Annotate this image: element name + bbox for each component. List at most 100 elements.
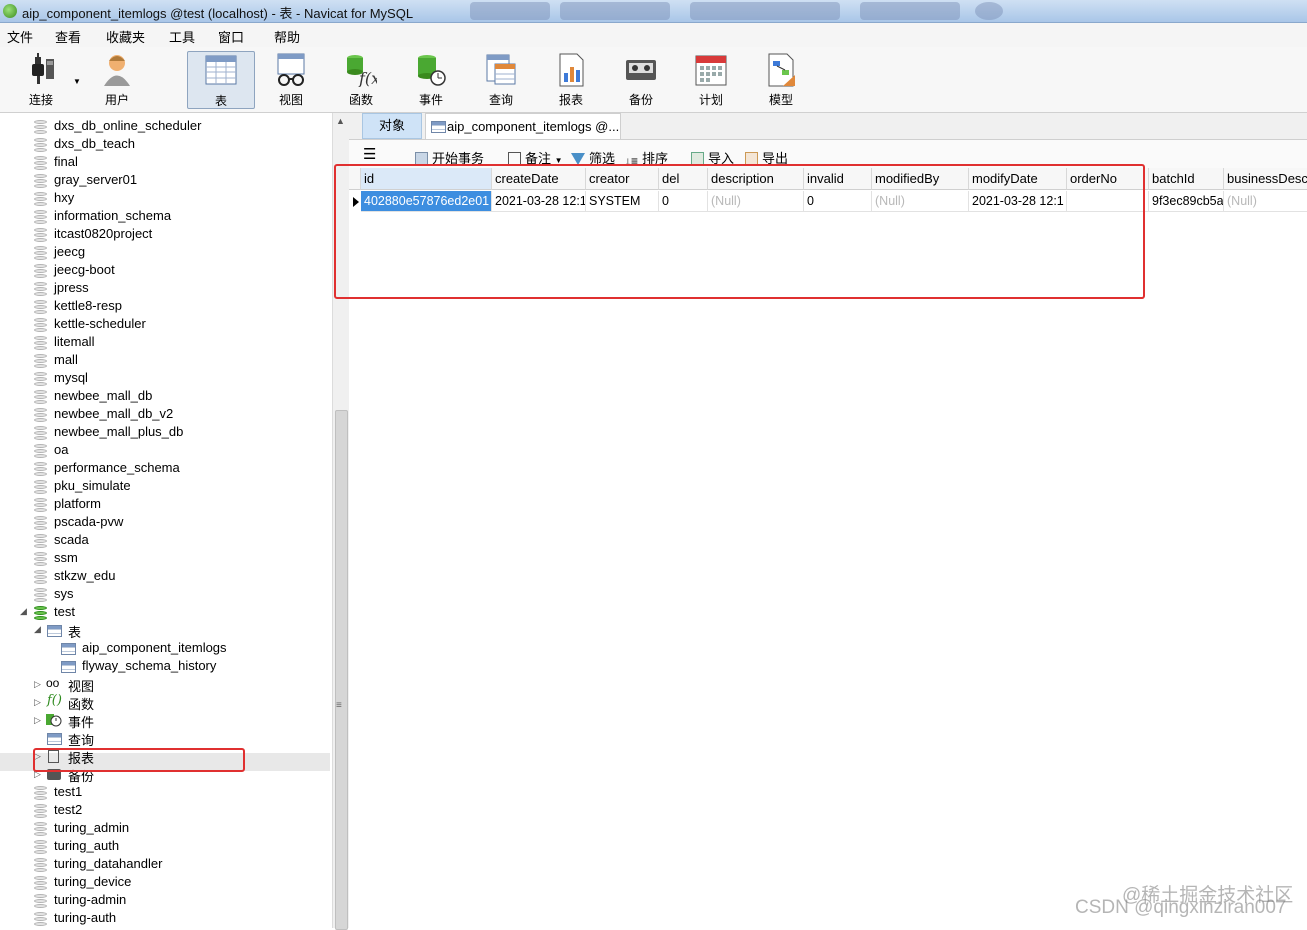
- tree-db-test1[interactable]: test1: [0, 784, 330, 802]
- menu-favorites[interactable]: 收藏夹: [106, 27, 145, 46]
- cell-batchid[interactable]: 9f3ec89cb5a: [1149, 191, 1224, 212]
- database-icon: [34, 318, 47, 332]
- tree-db-turing-auth[interactable]: turing_auth: [0, 838, 330, 856]
- tree-db-mysql[interactable]: mysql: [0, 370, 330, 388]
- tab-table-aip-component-itemlogs[interactable]: aip_component_itemlogs @...: [425, 113, 621, 139]
- expand-arrow-icon[interactable]: ▷: [34, 715, 42, 726]
- scrollbar-thumb[interactable]: [335, 410, 348, 930]
- tab-objects[interactable]: 对象: [362, 113, 422, 139]
- event-icon: [418, 55, 446, 86]
- tree-db-ssm[interactable]: ssm: [0, 550, 330, 568]
- tree-db-newbee-mall-db-v2[interactable]: newbee_mall_db_v2: [0, 406, 330, 424]
- database-icon: [34, 822, 47, 836]
- menu-view[interactable]: 查看: [55, 27, 81, 46]
- query-button[interactable]: 查询: [469, 51, 533, 109]
- tree-db-stkzw-edu[interactable]: stkzw_edu: [0, 568, 330, 586]
- cell-businessdesc[interactable]: (Null): [1224, 191, 1307, 212]
- report-button[interactable]: 报表: [539, 51, 603, 109]
- tree-db-information-schema[interactable]: information_schema: [0, 208, 330, 226]
- database-icon: [34, 192, 47, 206]
- database-icon: [34, 282, 47, 296]
- tree-db-oa[interactable]: oa: [0, 442, 330, 460]
- menu-lines-icon[interactable]: ☰: [363, 145, 376, 163]
- splitter-grip-icon[interactable]: ≡: [336, 700, 342, 711]
- tree-db-pscada-pvw[interactable]: pscada-pvw: [0, 514, 330, 532]
- scroll-up-arrow-icon[interactable]: ▲: [336, 116, 345, 126]
- tree-db-jpress[interactable]: jpress: [0, 280, 330, 298]
- tree-db-litemall[interactable]: litemall: [0, 334, 330, 352]
- database-icon: [34, 264, 47, 278]
- tree-folder-tables[interactable]: ◢ 表: [0, 622, 330, 640]
- tree-db-scada[interactable]: scada: [0, 532, 330, 550]
- expand-arrow-icon[interactable]: ▷: [34, 697, 42, 708]
- connection-tree: dxs_db_online_scheduler dxs_db_teach final…: [0, 113, 332, 928]
- menu-tools[interactable]: 工具: [169, 27, 195, 46]
- tree-db-itcast0820project[interactable]: itcast0820project: [0, 226, 330, 244]
- tree-db-turing-datahandler[interactable]: turing_datahandler: [0, 856, 330, 874]
- database-icon: [34, 426, 47, 440]
- model-button[interactable]: 模型: [749, 51, 813, 109]
- tree-folder-events[interactable]: ▷ 事件: [0, 712, 330, 730]
- backup-button[interactable]: 备份: [609, 51, 673, 109]
- tree-db-test2[interactable]: test2: [0, 802, 330, 820]
- database-icon: [34, 912, 47, 926]
- blurred-region: [470, 2, 550, 20]
- tree-db-dxs-db-online-scheduler[interactable]: dxs_db_online_scheduler: [0, 118, 330, 136]
- database-icon: [34, 480, 47, 494]
- menu-help[interactable]: 帮助: [274, 27, 300, 46]
- menu-file[interactable]: 文件: [7, 27, 33, 46]
- tree-table-aip-component-itemlogs[interactable]: aip_component_itemlogs: [0, 640, 330, 658]
- column-header-businessdesc[interactable]: businessDesc: [1224, 168, 1307, 190]
- tab-bar: 对象 aip_component_itemlogs @...: [349, 113, 1307, 140]
- menu-window[interactable]: 窗口: [218, 27, 244, 46]
- database-icon: [34, 858, 47, 872]
- tree-db-hxy[interactable]: hxy: [0, 190, 330, 208]
- tree-db-platform[interactable]: platform: [0, 496, 330, 514]
- column-header-batchid[interactable]: batchId: [1149, 168, 1224, 190]
- database-icon: [34, 354, 47, 368]
- tree-db-pku-simulate[interactable]: pku_simulate: [0, 478, 330, 496]
- tree-db-jeecg-boot[interactable]: jeecg-boot: [0, 262, 330, 280]
- view-button[interactable]: 视图: [259, 51, 323, 109]
- tree-db-jeecg[interactable]: jeecg: [0, 244, 330, 262]
- tree-db-turing-device[interactable]: turing_device: [0, 874, 330, 892]
- tree-table-flyway-schema-history[interactable]: flyway_schema_history: [0, 658, 330, 676]
- schedule-button[interactable]: 计划: [679, 51, 743, 109]
- menu-bar: 文件 查看 收藏夹 工具 窗口 帮助: [0, 23, 1307, 47]
- collapse-arrow-icon[interactable]: ◢: [20, 606, 28, 617]
- query-icon: [486, 54, 516, 85]
- tree-db-final[interactable]: final: [0, 154, 330, 172]
- function-icon: f(): [47, 693, 62, 708]
- connect-dropdown-arrow-icon[interactable]: ▼: [73, 77, 81, 86]
- tree-db-sys[interactable]: sys: [0, 586, 330, 604]
- tree-db-turing-admin[interactable]: turing_admin: [0, 820, 330, 838]
- collapse-arrow-icon[interactable]: ◢: [34, 624, 42, 635]
- user-button[interactable]: 用户: [85, 51, 149, 109]
- tree-db-mall[interactable]: mall: [0, 352, 330, 370]
- table-icon: [61, 661, 76, 673]
- table-icon: [205, 55, 237, 85]
- event-button[interactable]: 事件: [399, 51, 463, 109]
- tree-db-newbee-mall-db[interactable]: newbee_mall_db: [0, 388, 330, 406]
- database-icon: [34, 894, 47, 908]
- expand-arrow-icon[interactable]: ▷: [34, 679, 42, 690]
- tree-db-turing-admin[interactable]: turing-admin: [0, 892, 330, 910]
- tree-folder-queries[interactable]: 查询: [0, 730, 330, 748]
- highlight-box-grid: [334, 164, 1145, 299]
- plug-icon: [32, 53, 54, 84]
- table-button[interactable]: 表: [187, 51, 255, 109]
- tree-folder-functions[interactable]: ▷ f() 函数: [0, 693, 330, 712]
- database-icon: [34, 228, 47, 242]
- connect-button[interactable]: 连接: [9, 51, 73, 109]
- function-button[interactable]: f(x) 函数: [329, 51, 393, 109]
- tree-db-kettle8-resp[interactable]: kettle8-resp: [0, 298, 330, 316]
- database-icon: [34, 516, 47, 530]
- tree-db-kettle-scheduler[interactable]: kettle-scheduler: [0, 316, 330, 334]
- tree-db-performance-schema[interactable]: performance_schema: [0, 460, 330, 478]
- tree-folder-views[interactable]: ▷ oo 视图: [0, 676, 330, 694]
- tree-db-turing-auth[interactable]: turing-auth: [0, 910, 330, 928]
- tree-db-gray-server01[interactable]: gray_server01: [0, 172, 330, 190]
- tree-db-dxs-db-teach[interactable]: dxs_db_teach: [0, 136, 330, 154]
- tree-db-newbee-mall-plus-db[interactable]: newbee_mall_plus_db: [0, 424, 330, 442]
- tree-db-test[interactable]: ◢ test: [0, 604, 330, 622]
